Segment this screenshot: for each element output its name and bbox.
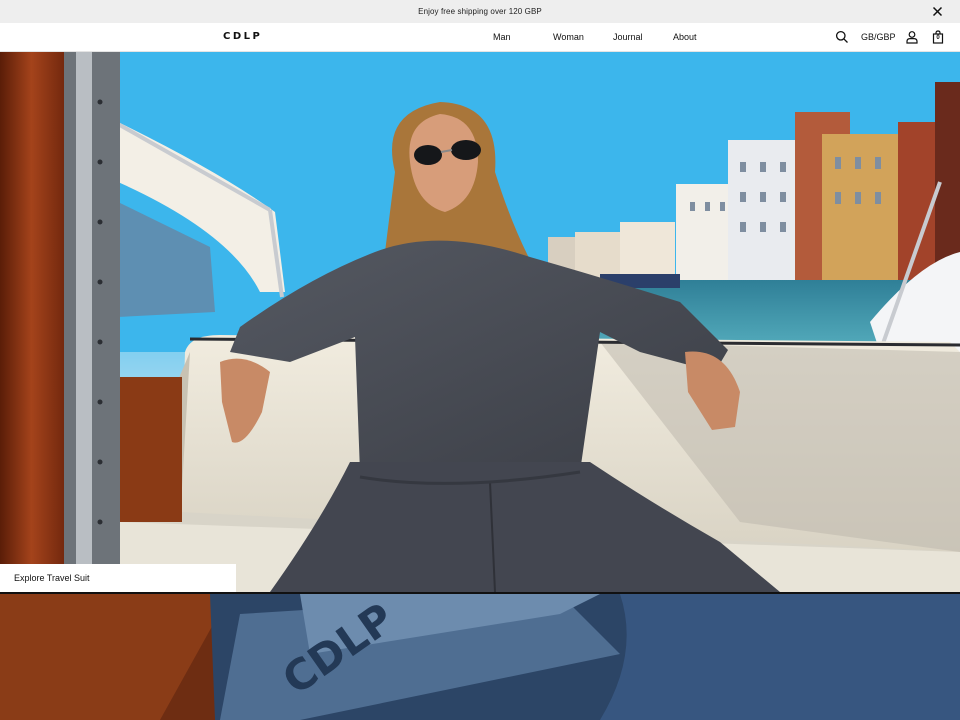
waistband-image: CDLP — [0, 594, 960, 720]
close-icon[interactable] — [931, 5, 944, 18]
account-icon[interactable] — [905, 30, 919, 44]
currency-selector[interactable]: GB/GBP — [861, 32, 896, 42]
nav-link-woman[interactable]: Woman — [553, 32, 584, 42]
bag-button[interactable]: 0 — [931, 30, 945, 44]
nav-link-journal[interactable]: Journal — [613, 32, 643, 42]
nav-link-about[interactable]: About — [673, 32, 697, 42]
hero-image — [0, 52, 960, 592]
cart-count: 0 — [936, 35, 940, 41]
search-icon[interactable] — [835, 30, 849, 44]
main-header: CDLP Man Woman Journal About GB/GBP 0 — [0, 23, 960, 52]
product-feature-section[interactable]: CDLP — [0, 594, 960, 720]
hero-banner[interactable] — [0, 52, 960, 592]
announcement-bar: Enjoy free shipping over 120 GBP — [0, 0, 960, 23]
brand-logo[interactable]: CDLP — [223, 31, 262, 42]
nav-link-man[interactable]: Man — [493, 32, 511, 42]
announcement-text: Enjoy free shipping over 120 GBP — [418, 7, 542, 16]
explore-travel-suit-button[interactable]: Explore Travel Suit — [0, 564, 236, 592]
